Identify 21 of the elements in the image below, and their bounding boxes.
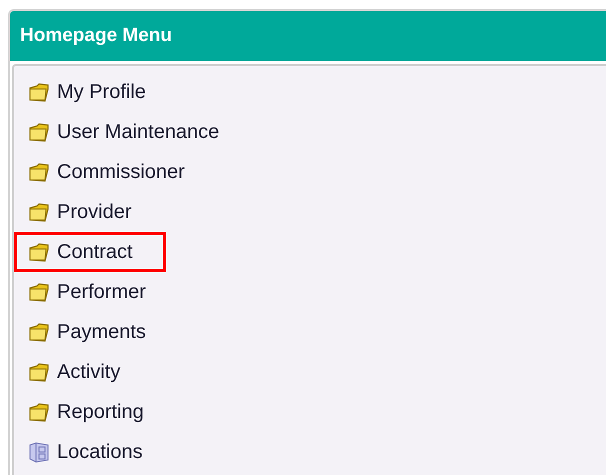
menu-link[interactable]: Reporting <box>57 397 144 427</box>
menu-link[interactable]: User Maintenance <box>57 117 220 147</box>
menu-link[interactable]: Provider <box>57 197 132 227</box>
folder-icon <box>28 122 50 142</box>
folder-icon <box>28 82 50 102</box>
menu-link[interactable]: Activity <box>57 357 120 387</box>
folder-icon <box>28 322 50 342</box>
menu-link[interactable]: My Profile <box>57 77 146 107</box>
cabinet-icon <box>28 442 50 462</box>
menu-link[interactable]: Performer <box>57 277 146 307</box>
folder-icon <box>28 202 50 222</box>
folder-icon <box>28 242 50 262</box>
menu-link[interactable]: Locations <box>57 437 143 467</box>
folder-icon <box>28 282 50 302</box>
menu-link[interactable]: Contract <box>57 237 133 267</box>
menu-link[interactable]: Commissioner <box>57 157 185 187</box>
menu-link[interactable]: Payments <box>57 317 146 347</box>
folder-icon <box>28 162 50 182</box>
folder-icon <box>28 362 50 382</box>
folder-icon <box>28 402 50 422</box>
panel-title: Homepage Menu <box>20 24 172 48</box>
